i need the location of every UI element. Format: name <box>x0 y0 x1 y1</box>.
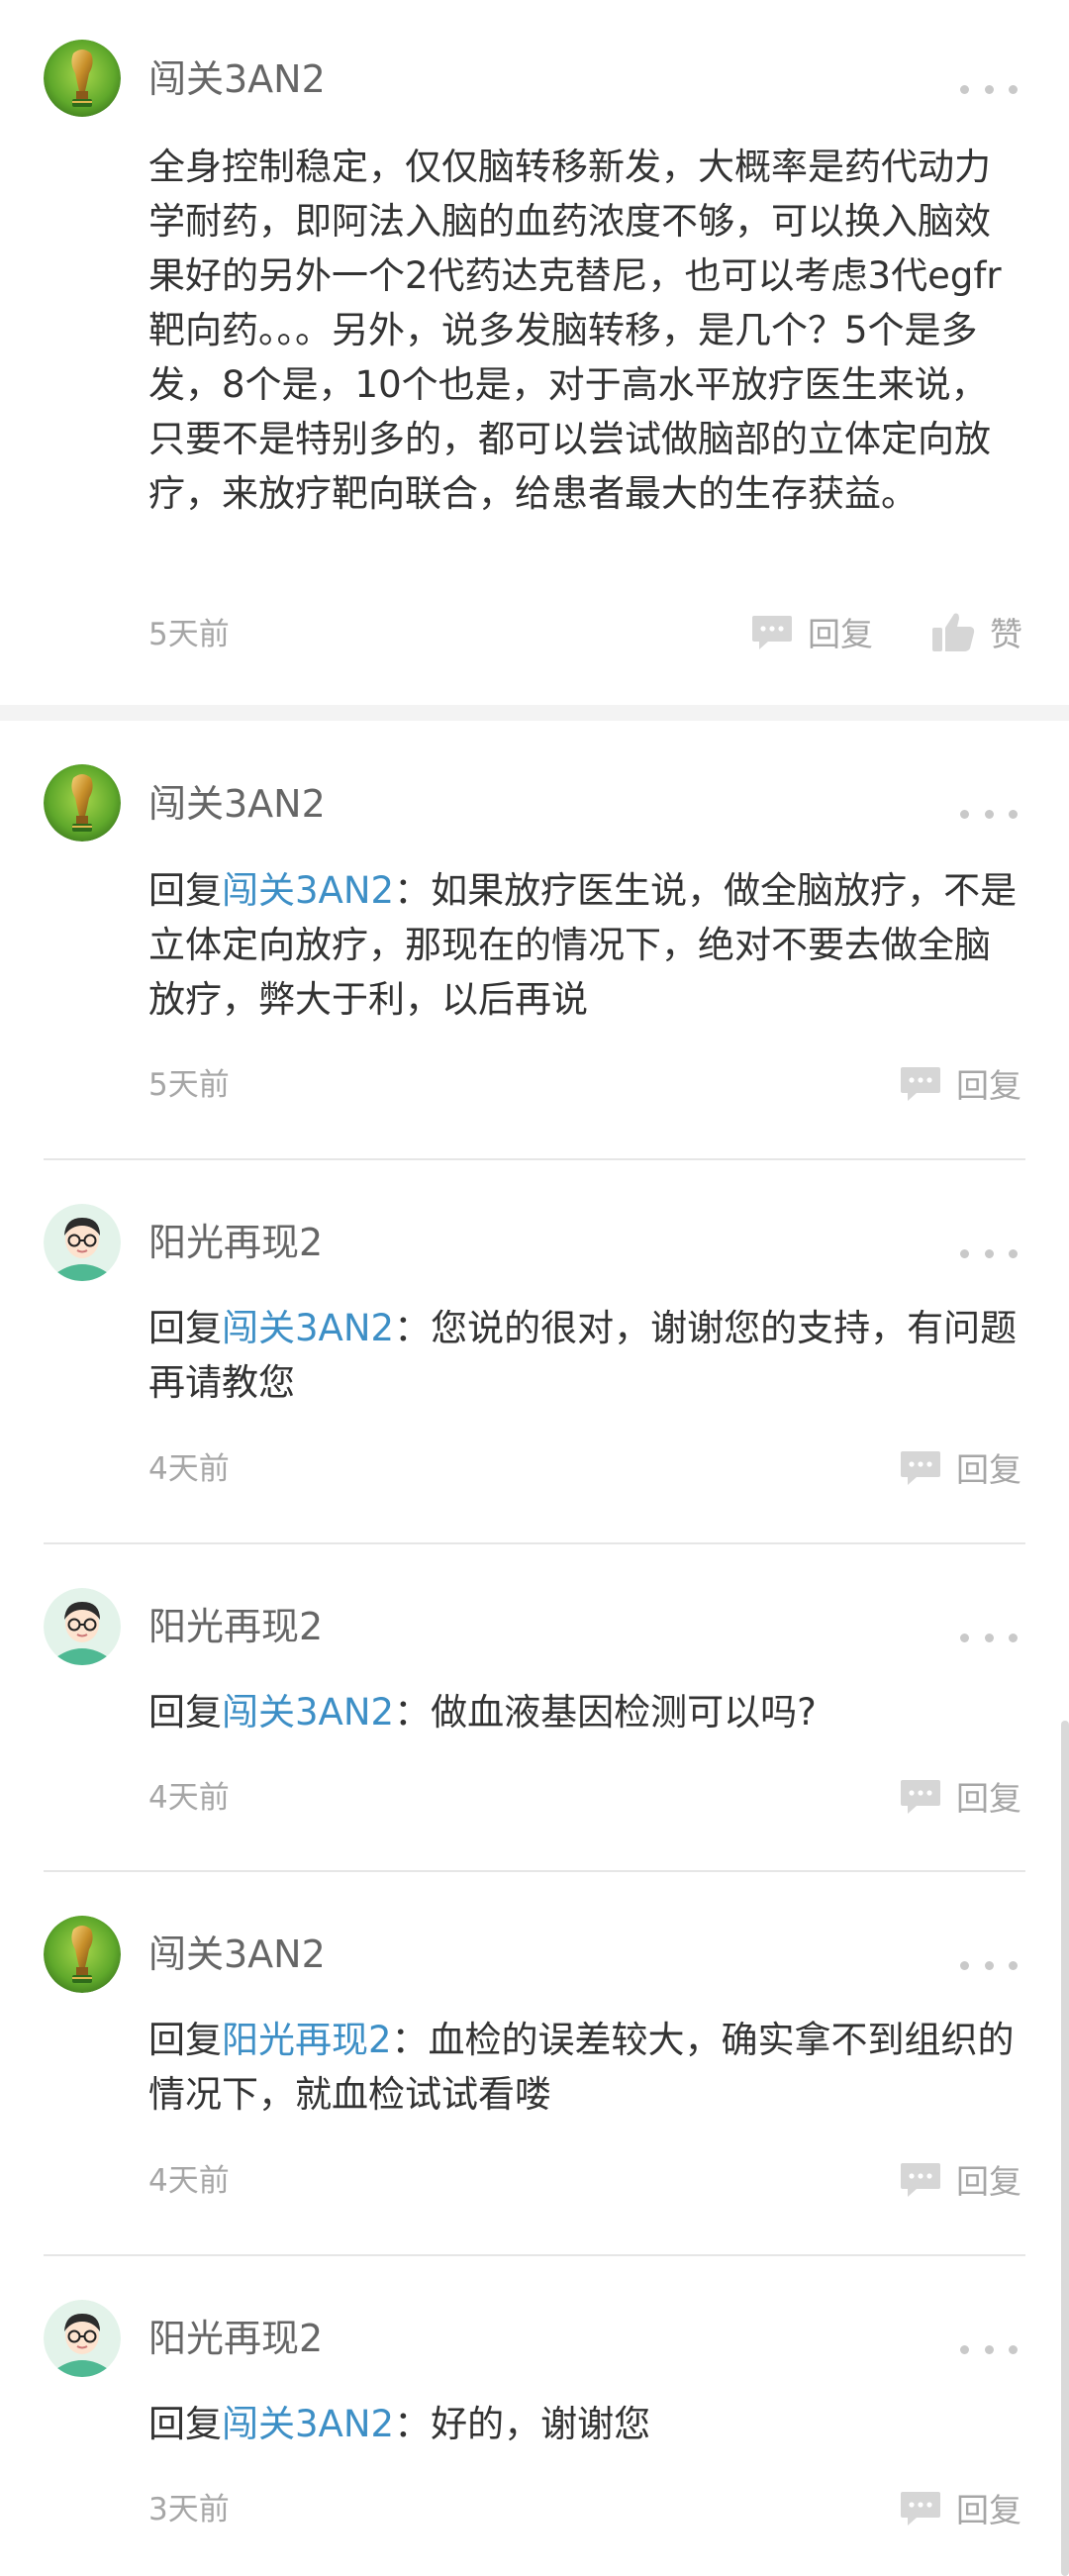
comment-reply: 阳光再现2 回复闯关3AN2：好的，谢谢您 3天前 回复 <box>0 2256 1069 2576</box>
reply-prefix: 回复 <box>148 2019 222 2061</box>
glasses-avatar[interactable] <box>44 2300 121 2377</box>
reply-button[interactable]: 回复 <box>899 1443 1021 1491</box>
trophy-avatar[interactable] <box>44 764 121 842</box>
section-divider <box>0 705 1069 721</box>
comment-reply: 闯关3AN2 回复阳光再现2：血检的误差较大，确实拿不到组织的情况下，就血检试试… <box>0 1872 1069 2256</box>
glasses-avatar[interactable] <box>44 1204 121 1281</box>
username[interactable]: 阳光再现2 <box>148 1604 323 1649</box>
like-button[interactable]: 赞 <box>930 608 1022 655</box>
reply-label: 回复 <box>956 2491 1021 2529</box>
mention-link[interactable]: 闯关3AN2 <box>222 1691 394 1734</box>
username[interactable]: 闯关3AN2 <box>148 1932 326 1977</box>
comment-bubble-icon <box>901 1451 940 1485</box>
mention-link[interactable]: 闯关3AN2 <box>222 2403 394 2445</box>
reply-button[interactable]: 回复 <box>899 2484 1021 2531</box>
reply-prefix: 回复 <box>148 2403 222 2445</box>
more-icon[interactable] <box>960 1955 1018 1975</box>
glasses-avatar[interactable] <box>44 1588 121 1665</box>
reply-label: 回复 <box>956 1450 1021 1489</box>
comment-time: 4天前 <box>148 1780 230 1816</box>
more-icon[interactable] <box>960 1243 1018 1263</box>
comment-reply: 阳光再现2 回复闯关3AN2：做血液基因检测可以吗? 4天前 回复 <box>0 1544 1069 1873</box>
more-icon[interactable] <box>960 2339 1018 2359</box>
reply-button[interactable]: 回复 <box>899 2155 1021 2203</box>
reply-label: 回复 <box>956 2162 1021 2201</box>
reply-label: 回复 <box>956 1066 1021 1105</box>
comment-bubble-icon <box>901 2492 940 2526</box>
like-label: 赞 <box>990 615 1022 653</box>
comment-time: 3天前 <box>148 2492 230 2527</box>
comment-bubble-icon <box>901 1780 940 1814</box>
username[interactable]: 闯关3AN2 <box>148 781 326 827</box>
comment-time: 5天前 <box>148 617 230 652</box>
comment-time: 4天前 <box>148 2163 230 2199</box>
reply-prefix: 回复 <box>148 869 222 912</box>
username[interactable]: 闯关3AN2 <box>148 56 326 102</box>
reply-label: 回复 <box>808 615 873 653</box>
reply-label: 回复 <box>956 1779 1021 1818</box>
more-icon[interactable] <box>960 804 1018 824</box>
username[interactable]: 阳光再现2 <box>148 2316 323 2361</box>
comment-bubble-icon <box>752 616 792 649</box>
username[interactable]: 阳光再现2 <box>148 1220 323 1265</box>
comment-text: 回复闯关3AN2：好的，谢谢您 <box>148 2397 1023 2451</box>
mention-link[interactable]: 闯关3AN2 <box>222 869 394 912</box>
more-icon[interactable] <box>960 79 1018 99</box>
comment-bubble-icon <box>901 1067 940 1101</box>
mention-link[interactable]: 闯关3AN2 <box>222 1307 394 1349</box>
scrollbar[interactable] <box>1061 1721 1069 2576</box>
reply-prefix: 回复 <box>148 1691 222 1734</box>
comment-reply: 闯关3AN2 回复闯关3AN2：如果放疗医生说，做全脑放疗，不是立体定向放疗，那… <box>0 725 1069 1160</box>
comment-text: 回复闯关3AN2：做血液基因检测可以吗? <box>148 1685 1023 1739</box>
reply-body: ：好的，谢谢您 <box>394 2403 651 2445</box>
comment-time: 4天前 <box>148 1451 230 1487</box>
mention-link[interactable]: 阳光再现2 <box>222 2019 392 2061</box>
comment-text: 回复闯关3AN2：您说的很对，谢谢您的支持，有问题再请教您 <box>148 1301 1023 1410</box>
trophy-avatar[interactable] <box>44 1916 121 1993</box>
reply-button[interactable]: 回复 <box>899 1059 1021 1107</box>
comment-text: 回复阳光再现2：血检的误差较大，确实拿不到组织的情况下，就血检试试看喽 <box>148 2013 1023 2122</box>
comment-text: 全身控制稳定，仅仅脑转移新发，大概率是药代动力学耐药，即阿法入脑的血药浓度不够，… <box>148 146 1002 515</box>
reply-button[interactable]: 回复 <box>899 1772 1021 1820</box>
comment-reply: 阳光再现2 回复闯关3AN2：您说的很对，谢谢您的支持，有问题再请教您 4天前 … <box>0 1160 1069 1544</box>
thumbs-up-icon <box>932 613 975 651</box>
reply-button[interactable]: 回复 <box>750 608 873 655</box>
comment-text: 回复闯关3AN2：如果放疗医生说，做全脑放疗，不是立体定向放疗，那现在的情况下，… <box>148 863 1023 1027</box>
reply-body: ：做血液基因检测可以吗? <box>394 1691 817 1734</box>
more-icon[interactable] <box>960 1628 1018 1647</box>
reply-prefix: 回复 <box>148 1307 222 1349</box>
comment-main: 闯关3AN2 全身控制稳定，仅仅脑转移新发，大概率是药代动力学耐药，即阿法入脑的… <box>0 0 1069 705</box>
trophy-avatar[interactable] <box>44 40 121 117</box>
comment-time: 5天前 <box>148 1067 230 1103</box>
comment-bubble-icon <box>901 2163 940 2197</box>
